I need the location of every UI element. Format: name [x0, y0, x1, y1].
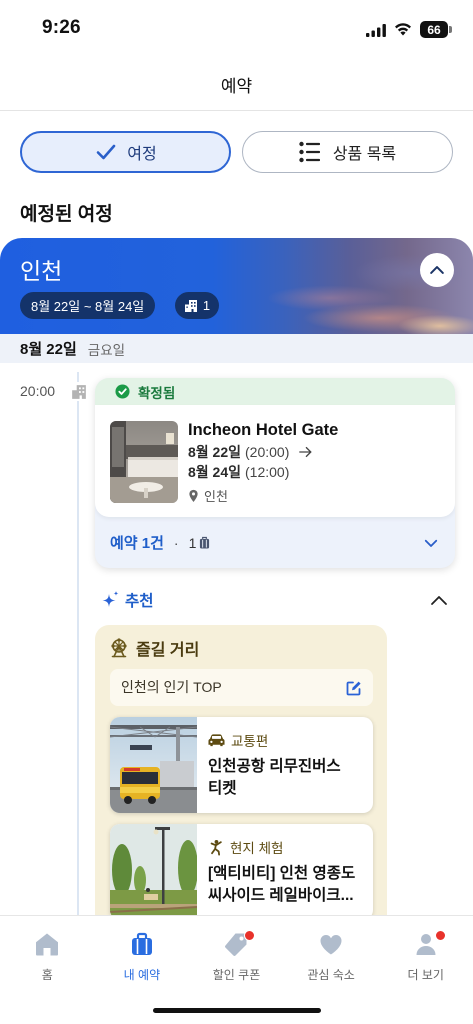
- rail-bike-photo: [110, 824, 198, 920]
- battery-icon: 66: [420, 21, 448, 38]
- coupon-notification-badge: [244, 930, 256, 941]
- booking-count-label: 예약 1건: [110, 535, 164, 552]
- tab-my-bookings[interactable]: 내 예약: [95, 916, 190, 996]
- tab-more-label: 더 보기: [407, 968, 444, 982]
- activities-title: 즐길 거리: [136, 642, 200, 659]
- tab-my-bookings-label: 내 예약: [123, 968, 161, 982]
- check-icon: [96, 144, 116, 160]
- recommendation-title: [액티비티] 인천 영종도 씨사이드 레일바이크...: [208, 865, 356, 904]
- chevron-down-icon[interactable]: [422, 534, 440, 552]
- recommendation-category-label: 현지 체험: [230, 841, 284, 856]
- checkout-time: (12:00): [245, 464, 290, 480]
- airport-bus-photo: [110, 717, 198, 813]
- tab-coupons-label: 할인 쿠폰: [212, 968, 261, 982]
- hotel-building-icon: [69, 382, 88, 401]
- trip-date-range: 8월 22일 ~ 8월 24일: [31, 299, 145, 314]
- collapse-trip-button[interactable]: [420, 253, 454, 287]
- booking-separator: ·: [173, 534, 179, 551]
- home-icon: [36, 933, 59, 956]
- booking-status-label: 확정됨: [138, 385, 176, 401]
- trip-banner[interactable]: [0, 238, 473, 334]
- tab-home[interactable]: 홈: [0, 916, 95, 996]
- ferris-wheel-icon: [111, 638, 127, 658]
- date-header-date: 8월 22일: [20, 341, 77, 358]
- recommendations-title: 추천: [125, 593, 154, 610]
- recommendations-header[interactable]: 추천: [100, 589, 154, 611]
- tab-products[interactable]: 상품 목록: [242, 131, 453, 173]
- timeline-line: [77, 372, 79, 932]
- list-icon: [299, 141, 320, 163]
- check-circle-icon: [115, 384, 130, 399]
- recommendation-item[interactable]: 교통편 인천공항 리무진버스 티켓: [110, 717, 373, 813]
- recommendation-item[interactable]: 현지 체험 [액티비티] 인천 영종도 씨사이드 레일바이크...: [110, 824, 373, 920]
- activities-card: 즐길 거리 인천의 인기 TOP 교통편 인천공항 리무진버스 티켓 현지 체험…: [95, 625, 387, 945]
- trip-date-range-chip: 8월 22일 ~ 8월 24일: [20, 292, 156, 319]
- heart-icon: [320, 934, 342, 955]
- tab-products-label: 상품 목록: [332, 146, 397, 163]
- tab-trips-label: 여정: [127, 146, 157, 163]
- chevron-up-icon[interactable]: [430, 594, 448, 606]
- checkout-date: 8월 24일: [188, 464, 242, 480]
- activity-icon: [210, 839, 222, 855]
- tab-more[interactable]: 더 보기: [378, 916, 473, 996]
- tab-saved-stays-label: 관심 숙소: [307, 968, 355, 982]
- status-bar: 9:26 66: [0, 0, 473, 50]
- recommendation-category: 현지 체험: [208, 837, 283, 857]
- tab-saved-stays[interactable]: 관심 숙소: [284, 916, 379, 996]
- building-icon: [184, 299, 197, 312]
- tab-home-label: 홈: [41, 968, 53, 982]
- car-icon: [208, 734, 225, 747]
- checkin-row: 8월 22일 (20:00): [188, 443, 313, 461]
- checkout-row: 8월 24일 (12:00): [188, 463, 289, 481]
- tab-coupons[interactable]: 할인 쿠폰: [189, 916, 284, 996]
- battery-nub: [449, 26, 452, 33]
- trip-property-count-chip: 1: [175, 292, 219, 319]
- sparkle-icon: [102, 591, 119, 607]
- tab-trips[interactable]: 여정: [20, 131, 231, 173]
- checkin-time: (20:00): [245, 444, 290, 460]
- recommendation-category-label: 교통편: [231, 734, 269, 749]
- checkin-date: 8월 22일: [188, 444, 242, 460]
- wifi-icon: [395, 23, 411, 36]
- upcoming-trips-title: 예정된 여정: [20, 204, 113, 225]
- location-pin-icon: [189, 489, 198, 502]
- suitcase-icon: [131, 932, 152, 955]
- booking-card[interactable]: 확정됨 Incheon Hotel Gate 8월 22일 (20:00) 8월…: [95, 378, 455, 568]
- cellular-signal-icon: [366, 24, 386, 37]
- hotel-location: 인천: [188, 486, 228, 505]
- date-header-weekday: 금요일: [87, 342, 126, 358]
- hotel-summary[interactable]: Incheon Hotel Gate 8월 22일 (20:00) 8월 24일…: [95, 405, 455, 517]
- hotel-name: Incheon Hotel Gate: [188, 421, 339, 439]
- more-notification-badge: [435, 930, 447, 941]
- home-indicator: [153, 1008, 321, 1013]
- recommendation-title: 인천공항 리무진버스 티켓: [208, 758, 341, 797]
- status-time: 9:26: [42, 17, 81, 38]
- popular-top-row[interactable]: 인천의 인기 TOP: [110, 669, 373, 706]
- timeline-time: 20:00: [20, 383, 56, 399]
- trip-city: 인천: [20, 258, 63, 284]
- popular-top-label: 인천의 인기 TOP: [121, 679, 222, 695]
- hotel-photo: [110, 421, 178, 503]
- booking-status: 확정됨: [95, 378, 455, 405]
- recommendation-category: 교통편: [208, 730, 268, 750]
- booking-summary-bar[interactable]: 예약 1건 · 1: [95, 517, 455, 568]
- header-divider: [0, 110, 473, 111]
- trip-property-count: 1: [202, 298, 211, 313]
- chevron-up-icon: [430, 266, 444, 274]
- hotel-location-label: 인천: [204, 489, 228, 504]
- open-external-icon[interactable]: [346, 680, 362, 696]
- page-title: 예약: [220, 77, 253, 96]
- arrow-right-icon: [299, 446, 312, 458]
- luggage-icon: [200, 536, 210, 549]
- booking-item-count: 1: [188, 534, 197, 551]
- date-header: 8월 22일 금요일: [0, 334, 473, 363]
- battery-level: 66: [427, 22, 441, 37]
- activities-header: 즐길 거리: [109, 636, 199, 660]
